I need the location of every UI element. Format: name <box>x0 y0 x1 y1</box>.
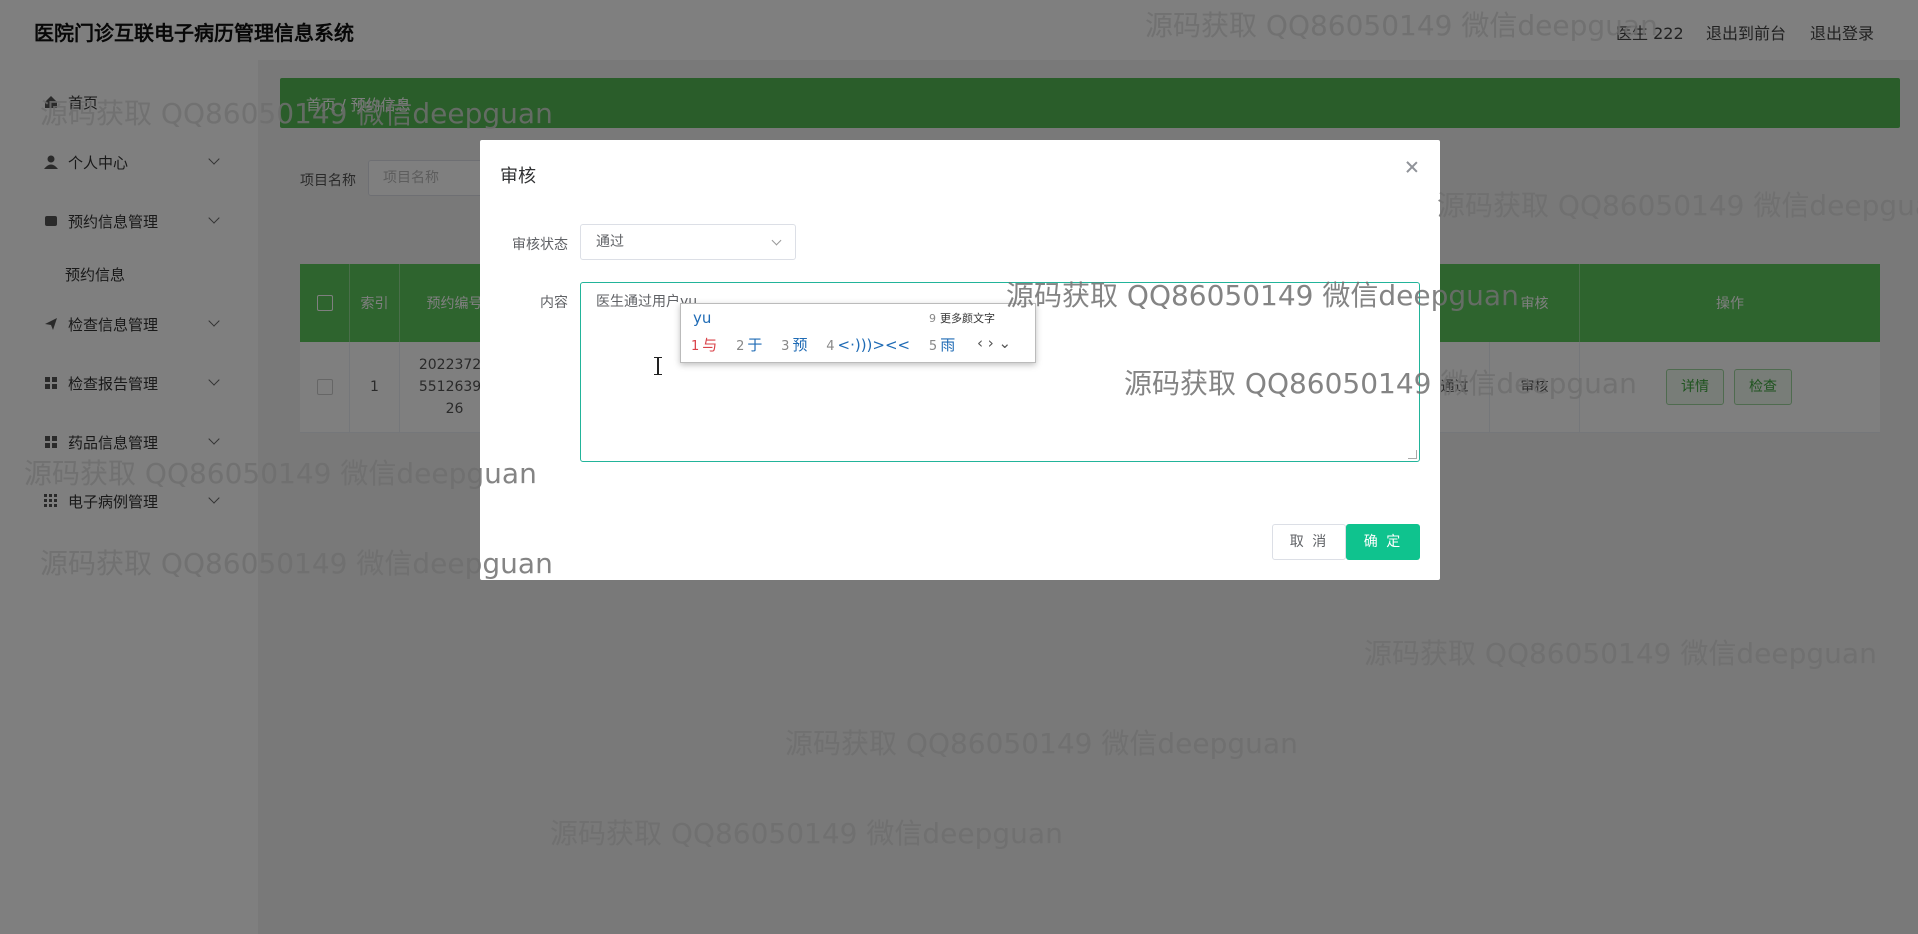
ime-candidates: 1与 2于 3预 4 <·)))><< 5雨 <box>691 334 969 355</box>
ime-composition: yu <box>693 309 712 327</box>
ime-candidate-text: 预 <box>792 336 808 354</box>
ime-more-emoticons[interactable]: 9 更多颜文字 <box>929 310 995 326</box>
text-cursor-icon <box>654 357 662 375</box>
chevron-down-icon <box>771 235 782 246</box>
ime-candidate[interactable]: 1与 <box>691 336 717 354</box>
ime-more-num: 9 <box>929 312 936 325</box>
ime-candidate-window: yu 9 更多颜文字 1与 2于 3预 4 <·)))><< 5雨 ‹ › ⌄ <box>680 303 1036 363</box>
ime-page-nav[interactable]: ‹ › ⌄ <box>977 334 1011 352</box>
status-select-value: 通过 <box>596 234 624 250</box>
ime-candidate[interactable]: 2于 <box>736 336 762 354</box>
close-icon[interactable] <box>1402 158 1422 178</box>
status-label: 审核状态 <box>512 237 568 253</box>
status-select[interactable]: 通过 <box>580 224 796 260</box>
ime-candidate-text: <·)))><< <box>837 336 911 354</box>
ime-more-label: 更多颜文字 <box>940 312 995 325</box>
ime-candidate-number: 1 <box>691 339 700 354</box>
confirm-button[interactable]: 确 定 <box>1346 524 1420 560</box>
ime-candidate-number: 2 <box>736 339 745 354</box>
cancel-button[interactable]: 取 消 <box>1272 524 1346 560</box>
ime-candidate-text: 雨 <box>940 336 956 354</box>
ime-candidate[interactable]: 3预 <box>781 336 807 354</box>
dialog-title: 审核 <box>500 166 536 187</box>
ime-candidate-number: 5 <box>928 339 938 354</box>
ime-candidate[interactable]: 4 <·)))><< <box>826 336 910 354</box>
ime-candidate-text: 与 <box>702 336 718 354</box>
content-label: 内容 <box>540 295 568 311</box>
ime-candidate-number: 4 <box>826 339 835 354</box>
resize-handle[interactable] <box>1408 450 1417 459</box>
ime-candidate-text: 于 <box>747 336 763 354</box>
ime-candidate-number: 3 <box>781 339 790 354</box>
ime-candidate[interactable]: 5雨 <box>929 336 955 354</box>
